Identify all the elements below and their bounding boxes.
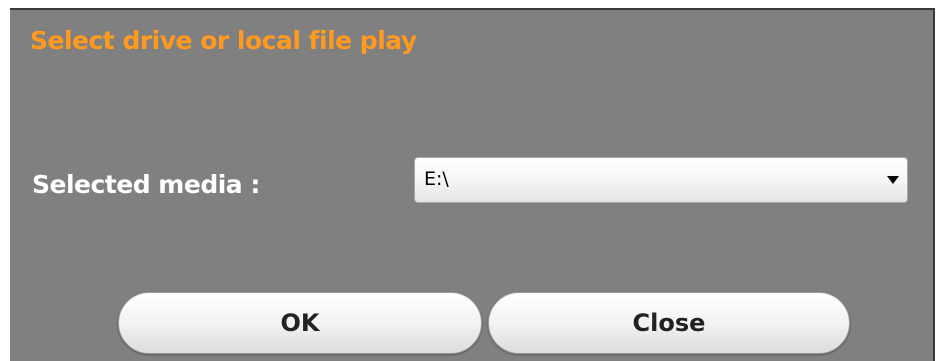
ok-button[interactable]: OK	[118, 292, 482, 354]
selected-media-value: E:\	[424, 168, 449, 190]
select-media-dialog: Select drive or local file play Selected…	[10, 8, 935, 361]
dialog-title: Select drive or local file play	[30, 26, 417, 55]
selected-media-label: Selected media :	[32, 170, 260, 199]
close-button[interactable]: Close	[488, 292, 850, 354]
dropdown-arrow-icon[interactable]	[887, 176, 899, 184]
selected-media-dropdown[interactable]: E:\	[414, 157, 908, 203]
